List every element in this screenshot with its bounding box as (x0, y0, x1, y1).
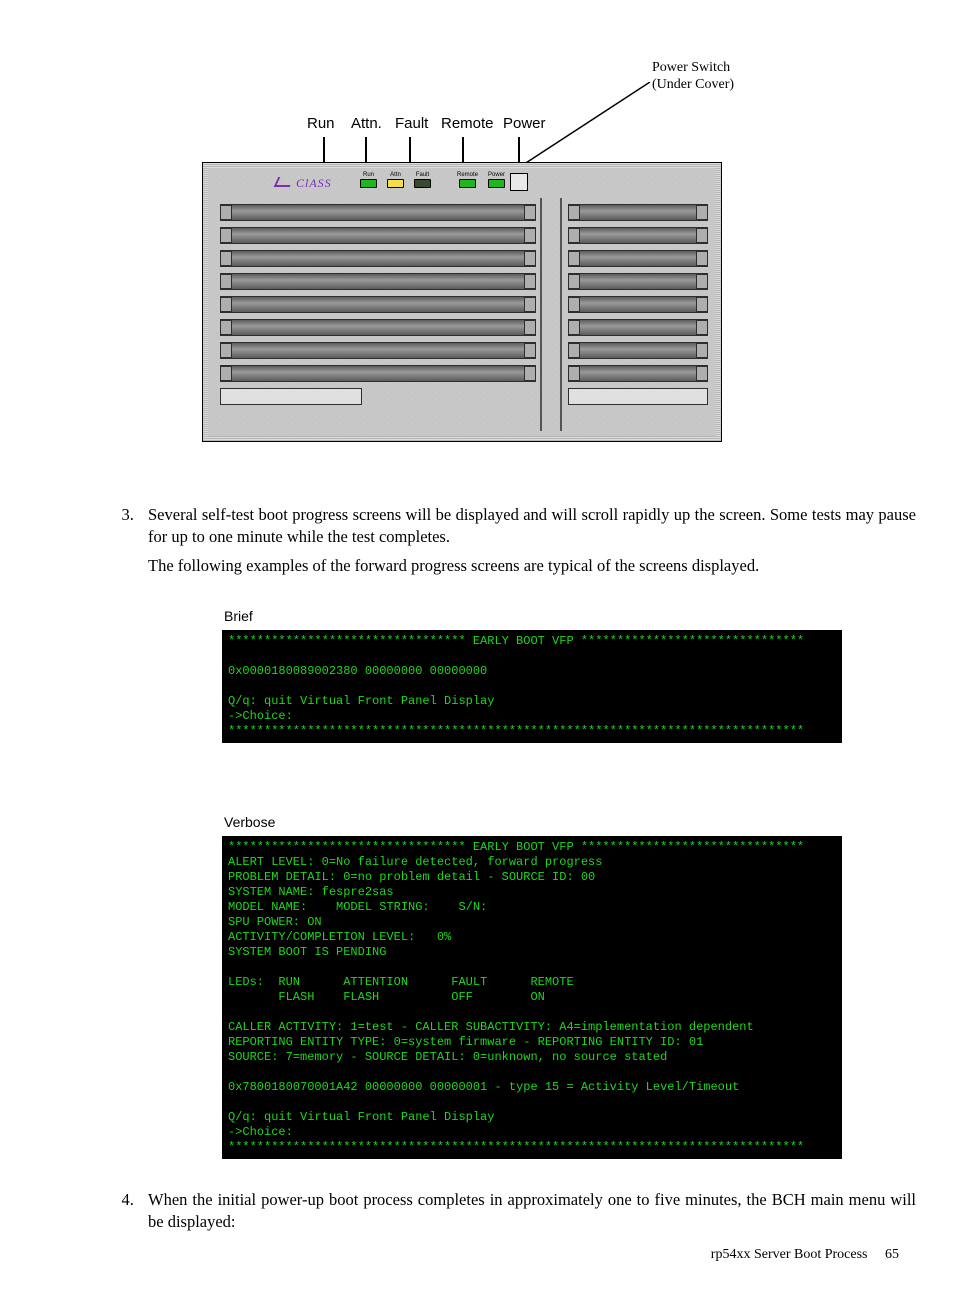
terminal-verbose-section: Verbose ********************************… (222, 813, 842, 1159)
led-row: Run Attn Fault Remote Power (360, 172, 505, 188)
led-icon (387, 179, 404, 188)
slot-bar (568, 227, 708, 244)
led-icon (488, 179, 505, 188)
step-list: Several self-test boot progress screens … (138, 504, 916, 1233)
terminal-verbose-title: Verbose (224, 813, 842, 832)
slot-bar (568, 342, 708, 359)
chassis-divider (540, 198, 562, 431)
terminal-brief-section: Brief ********************************* … (222, 607, 842, 743)
label-run: Run (307, 115, 345, 132)
step-3: Several self-test boot progress screens … (138, 504, 916, 1159)
slot-bar-empty (220, 388, 362, 405)
led-fault: Fault (414, 172, 431, 188)
footer-title: rp54xx Server Boot Process (711, 1247, 868, 1262)
arrow-line (462, 137, 464, 165)
led-attn: Attn (387, 172, 404, 188)
power-switch-callout-line1: Power Switch (652, 60, 734, 77)
spacer (148, 743, 916, 783)
led-run: Run (360, 172, 377, 188)
slot-bar (220, 227, 536, 244)
step-4-text: When the initial power-up boot process c… (148, 1190, 916, 1231)
led-icon (360, 179, 377, 188)
slot-bar (220, 204, 536, 221)
page-footer: rp54xx Server Boot Process 65 (711, 1247, 899, 1263)
slot-bar (568, 204, 708, 221)
led-icon (459, 179, 476, 188)
step-4: When the initial power-up boot process c… (138, 1189, 916, 1234)
terminal-brief: ********************************* EARLY … (222, 630, 842, 743)
power-switch-callout: Power Switch (Under Cover) (652, 60, 734, 94)
terminal-brief-title: Brief (224, 607, 842, 626)
slot-bar-empty (568, 388, 708, 405)
arrow-line (409, 137, 411, 165)
power-switch-button (510, 173, 528, 191)
slot-bar (220, 365, 536, 382)
terminal-verbose: ********************************* EARLY … (222, 836, 842, 1159)
server-chassis: ClASS Run Attn Fault Remote Power (202, 162, 722, 442)
slot-bar (220, 342, 536, 359)
front-panel-diagram: Power Switch (Under Cover) Run Attn. Fau… (202, 60, 752, 444)
label-fault: Fault (395, 115, 435, 132)
slots-left (220, 204, 536, 405)
arrow-line (365, 137, 367, 165)
footer-page-number: 65 (885, 1247, 899, 1262)
label-remote: Remote (441, 115, 497, 132)
server-top-strip: ClASS Run Attn Fault Remote Power (216, 172, 708, 196)
slot-bar (568, 273, 708, 290)
led-power: Power (488, 172, 505, 188)
slot-bar (568, 319, 708, 336)
document-page: Power Switch (Under Cover) Run Attn. Fau… (0, 0, 954, 1291)
step-3-para1: Several self-test boot progress screens … (148, 505, 916, 546)
led-remote: Remote (457, 172, 478, 188)
arrow-line (323, 137, 325, 165)
slot-bar (220, 319, 536, 336)
slots-right (568, 204, 708, 405)
led-icon (414, 179, 431, 188)
step-3-para2: The following examples of the forward pr… (148, 555, 916, 577)
slot-bar (220, 250, 536, 267)
slot-bar (568, 250, 708, 267)
server-chassis-bg: ClASS Run Attn Fault Remote Power (208, 168, 716, 436)
power-switch-callout-line2: (Under Cover) (652, 77, 734, 94)
slot-bar (568, 296, 708, 313)
label-attn: Attn. (351, 115, 389, 132)
chassis-brand: ClASS (276, 176, 332, 191)
slot-bar (220, 273, 536, 290)
slot-bar (568, 365, 708, 382)
slot-bar (220, 296, 536, 313)
